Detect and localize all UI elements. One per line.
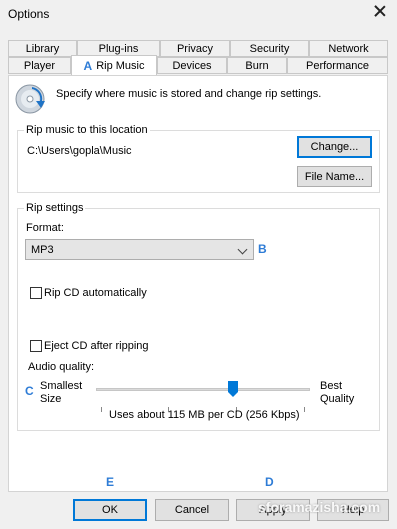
- tab-network[interactable]: Network: [309, 40, 388, 57]
- tab-burn[interactable]: Burn: [227, 57, 287, 74]
- smallest-size-line1: Smallest: [40, 380, 83, 392]
- tab-security[interactable]: Security: [230, 40, 309, 57]
- tab-rip-music[interactable]: A Rip Music: [71, 55, 157, 75]
- chevron-down-icon: [237, 244, 248, 255]
- rip-cd-automatically-label[interactable]: Rip CD automatically: [44, 287, 147, 299]
- annotation-marker-e: E: [106, 475, 115, 489]
- eject-cd-checkbox[interactable]: [30, 340, 42, 352]
- change-location-button[interactable]: Change...: [297, 136, 372, 158]
- rip-disc-icon: [15, 84, 45, 114]
- annotation-marker-d: D: [265, 475, 274, 489]
- audio-quality-slider-thumb[interactable]: [227, 381, 238, 397]
- tab-performance[interactable]: Performance: [287, 57, 388, 74]
- best-quality-label: Best Quality: [320, 380, 354, 406]
- format-label: Format:: [26, 222, 64, 234]
- rip-location-group-label: Rip music to this location: [24, 124, 150, 136]
- tab-devices[interactable]: Devices: [157, 57, 227, 74]
- annotation-marker-c: C: [25, 384, 34, 398]
- audio-quality-slider-track[interactable]: [96, 388, 310, 391]
- tab-privacy[interactable]: Privacy: [160, 40, 230, 57]
- format-select[interactable]: MP3: [25, 239, 254, 260]
- cancel-button[interactable]: Cancel: [155, 499, 229, 521]
- slider-tick: [304, 407, 305, 412]
- rip-cd-automatically-checkbox[interactable]: [30, 287, 42, 299]
- quality-usage-text: Uses about 115 MB per CD (256 Kbps): [109, 409, 300, 421]
- close-icon[interactable]: [373, 4, 387, 18]
- format-select-value: MP3: [31, 244, 54, 256]
- eject-cd-label[interactable]: Eject CD after ripping: [44, 340, 149, 352]
- rip-settings-group-label: Rip settings: [24, 202, 86, 214]
- slider-tick: [101, 407, 102, 412]
- annotation-marker-a: A: [83, 58, 93, 73]
- file-name-button[interactable]: File Name...: [297, 166, 372, 187]
- tab-library[interactable]: Library: [8, 40, 77, 57]
- annotation-marker-b: B: [258, 242, 267, 256]
- window-title: Options: [8, 7, 50, 21]
- tab-player[interactable]: Player: [8, 57, 71, 74]
- header-description: Specify where music is stored and change…: [56, 88, 322, 100]
- rip-location-path: C:\Users\gopla\Music: [27, 145, 132, 157]
- best-quality-line1: Best: [320, 380, 343, 392]
- best-quality-line2: Quality: [320, 393, 355, 405]
- audio-quality-label: Audio quality:: [28, 361, 95, 373]
- smallest-size-label: Smallest Size: [40, 380, 82, 406]
- ok-button[interactable]: OK: [73, 499, 147, 521]
- smallest-size-line2: Size: [40, 393, 62, 405]
- tab-rip-music-label: Rip Music: [96, 59, 145, 72]
- watermark-text: sforamazisha.com: [258, 499, 381, 515]
